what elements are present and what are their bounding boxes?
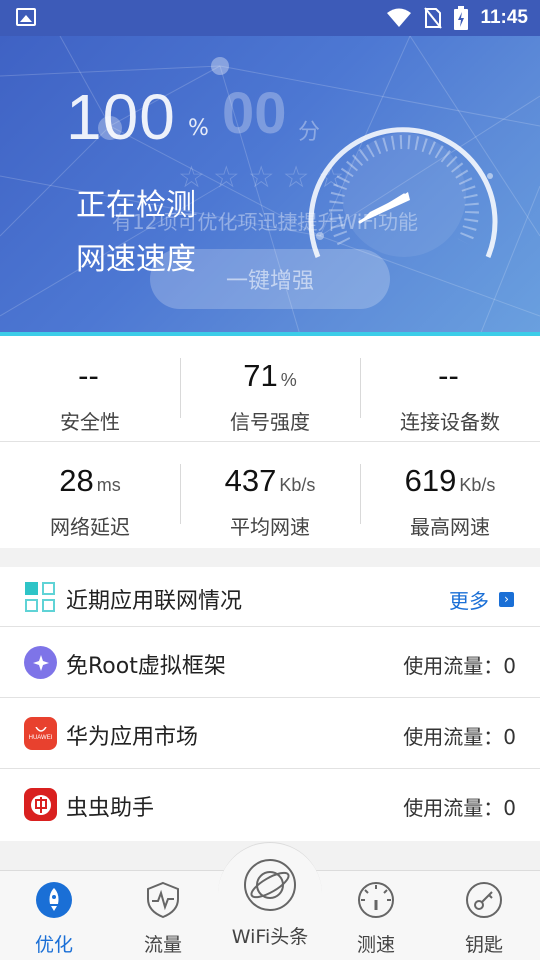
chevron-right-icon: › (499, 592, 514, 607)
icon-text: HUAWEI (28, 734, 53, 741)
nav-label: 流量 (143, 934, 182, 956)
divider (360, 464, 361, 524)
stat-label: 最高网速 (410, 515, 490, 539)
more-label: 更多 (449, 589, 489, 613)
nav-label: WiFi头条 (231, 926, 309, 948)
app-usage: 使用流量：0 (403, 654, 516, 678)
divider (0, 441, 540, 442)
stat-label: 网络延迟 (50, 515, 130, 539)
stat-avg-speed: 437 Kb/s 平均网速 (180, 463, 360, 540)
list-item[interactable]: HUAWEI 华为应用市场 使用流量：0 (0, 698, 540, 769)
huawei-bag-icon: HUAWEI (24, 717, 57, 750)
stat-label: 安全性 (60, 410, 120, 434)
app-network-usage-section: 近期应用联网情况 更多 › 免Root虚拟框架 使用流量：0 HUAWEI 华为… (0, 567, 540, 841)
rocket-icon (36, 882, 72, 918)
app-name: 华为应用市场 (66, 725, 199, 750)
app-usage: 使用流量：0 (403, 796, 516, 820)
status-bar: 11:45 (0, 0, 540, 36)
section-header: 近期应用联网情况 更多 › (0, 567, 540, 627)
stat-max-speed: 619 Kb/s 最高网速 (360, 463, 540, 540)
stat-signal: 71% 信号强度 (180, 358, 360, 435)
status-line-1: 正在检测 (76, 188, 196, 223)
rating-stars-icon: ☆☆☆☆☆ (178, 160, 353, 195)
stat-unit: % (280, 370, 297, 390)
section-title: 近期应用联网情况 (66, 589, 243, 614)
app-name: 虫虫助手 (66, 796, 155, 821)
stat-value: -- (78, 358, 99, 393)
speedometer-icon (358, 882, 394, 918)
nav-wifi-news[interactable]: WiFi头条 (220, 858, 320, 949)
nav-key[interactable]: 钥匙 (434, 880, 534, 957)
list-item[interactable]: 免Root虚拟框架 使用流量：0 (0, 627, 540, 698)
pulse-shield-icon (147, 881, 179, 919)
chongchong-icon (24, 788, 57, 821)
gallery-notification-icon (16, 8, 36, 26)
stat-security: -- 安全性 (0, 358, 180, 435)
score-value: 100 (66, 81, 176, 153)
plus-circle-icon (24, 646, 57, 679)
nav-traffic[interactable]: 流量 (113, 880, 213, 957)
nav-label: 优化 (34, 934, 73, 956)
stat-label: 平均网速 (230, 515, 310, 539)
clock: 11:45 (480, 7, 528, 28)
stat-value: 28 (59, 463, 94, 498)
status-line-2: 网速速度 (76, 242, 196, 277)
ghost-score: 00 (222, 81, 287, 146)
list-item[interactable]: 虫虫助手 使用流量：0 (0, 769, 540, 840)
battery-charging-icon (454, 6, 469, 30)
divider (180, 358, 181, 418)
more-link[interactable]: 更多 › (449, 585, 514, 614)
stat-value: -- (438, 358, 459, 393)
nav-speed-test[interactable]: 测速 (326, 880, 426, 957)
key-icon (466, 882, 502, 918)
stat-label: 信号强度 (230, 410, 310, 434)
ghost-score-unit: 分 (298, 120, 321, 145)
stat-value: 437 (224, 463, 277, 498)
hero-panel: 100 % 00 分 ☆☆☆☆☆ 有12项可优化项迅捷提升WiFi功能 正在检测… (0, 36, 540, 335)
divider (360, 358, 361, 418)
wifi-icon (387, 8, 412, 27)
grid-icon (25, 582, 55, 612)
nav-optimize[interactable]: 优化 (4, 880, 104, 957)
app-name: 免Root虚拟框架 (66, 654, 226, 679)
stats-panel: -- 安全性 71% 信号强度 -- 连接设备数 28 ms 网络延迟 437 Kb… (0, 336, 540, 548)
divider (180, 464, 181, 524)
app-usage: 使用流量：0 (403, 725, 516, 749)
stat-label: 连接设备数 (400, 410, 500, 434)
stat-unit: ms (96, 475, 121, 495)
stat-latency: 28 ms 网络延迟 (0, 463, 180, 540)
status-icons: 11:45 (386, 6, 528, 30)
stat-devices: -- 连接设备数 (360, 358, 540, 435)
stat-value: 71 (243, 358, 278, 393)
planet-icon (244, 859, 296, 911)
stat-value: 619 (404, 463, 457, 498)
score-unit: % (188, 116, 209, 141)
stat-unit: Kb/s (279, 475, 316, 495)
nav-label: 钥匙 (464, 934, 503, 956)
stat-unit: Kb/s (459, 475, 496, 495)
no-sim-icon (424, 7, 443, 29)
nav-label: 测速 (356, 934, 395, 956)
